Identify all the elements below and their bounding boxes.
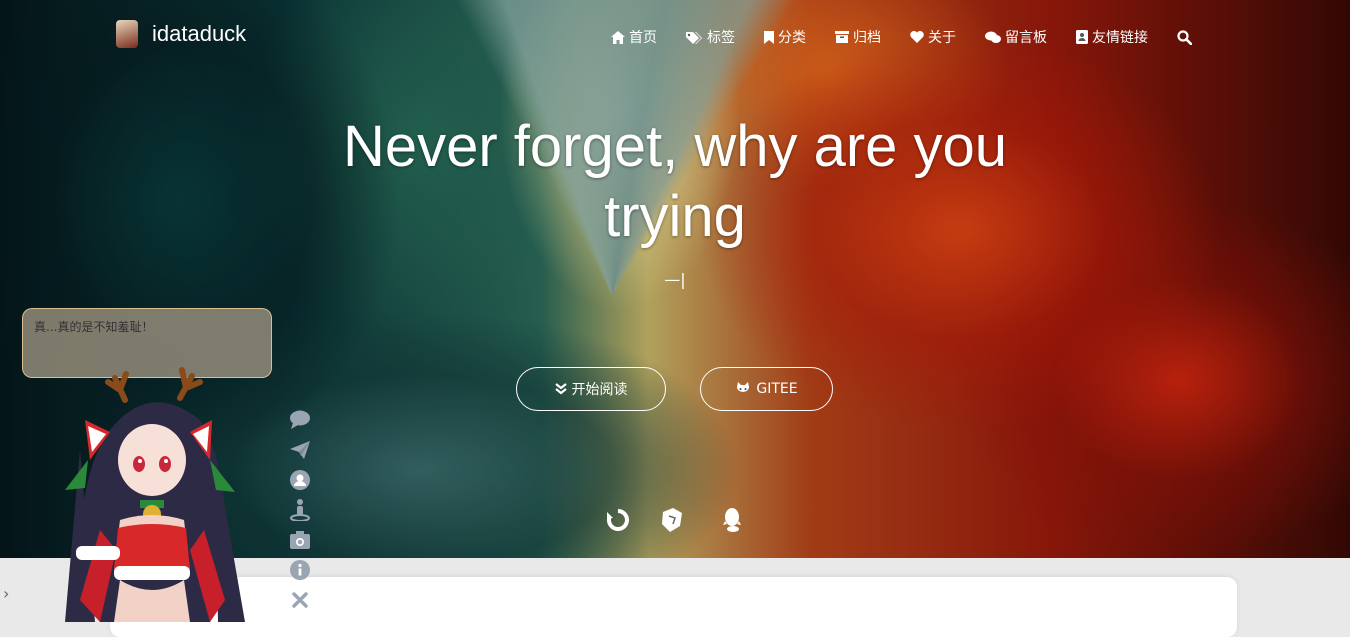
content-card (110, 577, 1237, 637)
gitee-button[interactable]: GITEE (700, 367, 833, 411)
mascot-character[interactable] (40, 360, 270, 622)
nav-item-friend-links[interactable]: 友情链接 (1076, 27, 1148, 47)
street-view-icon (290, 499, 310, 521)
refresh-icon (607, 509, 629, 531)
social-link-cube[interactable] (658, 506, 686, 534)
tags-icon (686, 31, 702, 44)
gitee-icon (737, 382, 750, 392)
home-icon (611, 30, 625, 44)
comments-icon (985, 31, 1001, 43)
mascot-tool-close[interactable] (288, 588, 312, 612)
comment-icon (290, 410, 310, 429)
mascot-tool-info[interactable] (288, 558, 312, 582)
mascot-tool-photo[interactable] (288, 528, 312, 552)
main-nav: 首页 标签 分类 归档 关于 留言板 友情链接 (611, 27, 1192, 47)
brand-link[interactable]: idataduck (116, 20, 246, 48)
archive-icon (835, 31, 849, 43)
nav-item-tags[interactable]: 标签 (686, 27, 735, 47)
nav-item-about[interactable]: 关于 (910, 27, 956, 47)
user-circle-icon (290, 470, 310, 490)
start-reading-button[interactable]: 开始阅读 (516, 367, 666, 411)
nav-item-home[interactable]: 首页 (611, 27, 657, 47)
qq-icon (723, 508, 741, 532)
mascot-tool-chat[interactable] (288, 408, 312, 432)
nav-item-archive[interactable]: 归档 (835, 27, 881, 47)
social-link-qq[interactable] (718, 506, 746, 534)
hero-subtitle: —| (664, 270, 686, 289)
camera-icon (290, 531, 310, 549)
cube-icon (662, 508, 682, 532)
info-circle-icon (290, 560, 310, 580)
paper-plane-icon (290, 441, 310, 459)
avatar-icon (116, 20, 138, 48)
sidebar-toggle[interactable]: › (3, 584, 9, 603)
mascot-tool-profile[interactable] (288, 468, 312, 492)
search-icon (1177, 29, 1192, 45)
nav-item-guestbook[interactable]: 留言板 (985, 27, 1047, 47)
nav-item-categories[interactable]: 分类 (764, 27, 806, 47)
address-book-icon (1076, 30, 1088, 44)
bookmark-icon (764, 30, 774, 44)
mascot-tool-switch[interactable] (288, 498, 312, 522)
heart-icon (910, 31, 924, 43)
angle-double-down-icon (554, 383, 567, 395)
site-name: idataduck (152, 21, 247, 46)
hero-title: Never forget, why are you trying (342, 114, 1008, 249)
search-button[interactable] (1177, 29, 1192, 45)
close-icon (292, 592, 308, 608)
social-link-refresh[interactable] (604, 506, 632, 534)
mascot-tool-send[interactable] (288, 438, 312, 462)
